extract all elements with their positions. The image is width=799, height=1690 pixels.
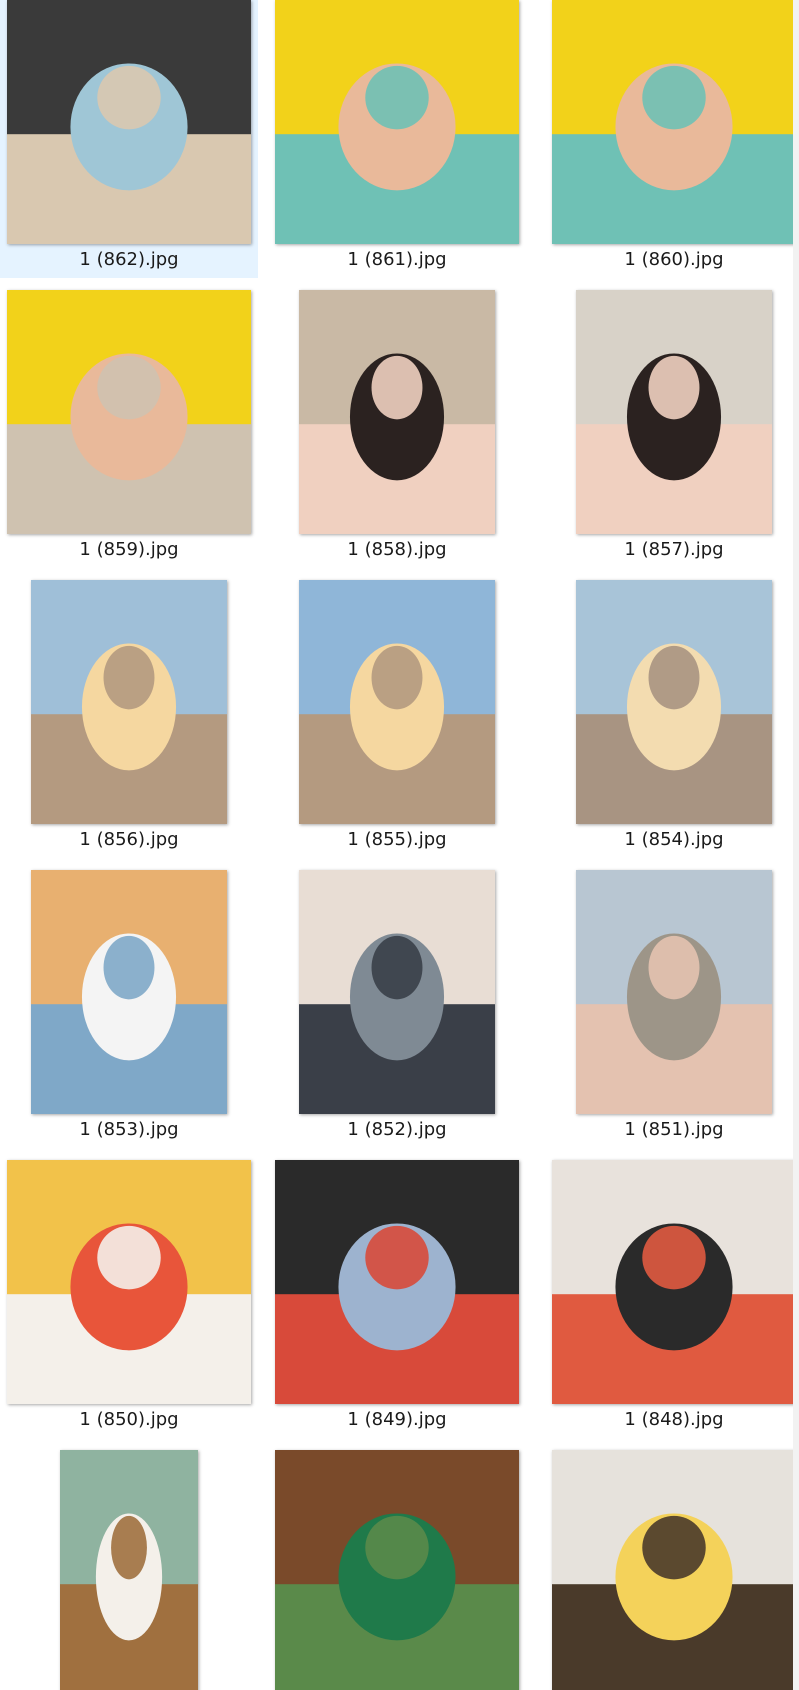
file-item[interactable]: 1 (857).jpg (545, 290, 799, 568)
file-item[interactable]: 1 (854).jpg (545, 580, 799, 858)
photo-dog-filter-selfie-icon[interactable] (576, 290, 772, 534)
photo-starbucks-tree-icon[interactable] (275, 1450, 519, 1690)
file-item[interactable]: 1 (856).jpg (0, 580, 258, 858)
file-name-label: 1 (851).jpg (624, 1119, 724, 1140)
photo-baby-stroller-icon[interactable] (275, 1160, 519, 1404)
file-name-label: 1 (854).jpg (624, 829, 724, 850)
vertical-scrollbar[interactable] (793, 0, 799, 1690)
file-item[interactable]: 1 (858).jpg (268, 290, 526, 568)
photo-baby-lifted-icon[interactable] (552, 1450, 796, 1690)
photo-baby-yellow-hat-icon[interactable] (275, 0, 519, 244)
file-item[interactable]: 1 (848).jpg (545, 1160, 799, 1438)
file-item[interactable]: 1 (852).jpg (268, 870, 526, 1148)
file-item[interactable] (268, 1450, 526, 1690)
file-name-label: 1 (849).jpg (347, 1409, 447, 1430)
photo-man-baby-mall-icon[interactable] (552, 1160, 796, 1404)
file-name-label: 1 (858).jpg (347, 539, 447, 560)
photo-dog-filter-selfie-icon[interactable] (299, 290, 495, 534)
photo-baby-yellow-hat-icon[interactable] (7, 290, 251, 534)
photo-beach-family-selfie-icon[interactable] (31, 870, 227, 1114)
file-item[interactable]: 1 (853).jpg (0, 870, 258, 1148)
file-name-label: 1 (852).jpg (347, 1119, 447, 1140)
file-item[interactable]: 1 (855).jpg (268, 580, 526, 858)
file-name-label: 1 (856).jpg (79, 829, 179, 850)
file-item[interactable] (0, 1450, 258, 1690)
file-item[interactable]: 1 (859).jpg (0, 290, 258, 568)
photo-baby-highchair-icon[interactable] (60, 1450, 198, 1690)
photo-restaurant-table-icon[interactable] (7, 1160, 251, 1404)
file-item[interactable]: 1 (851).jpg (545, 870, 799, 1148)
file-name-label: 1 (855).jpg (347, 829, 447, 850)
file-name-label: 1 (861).jpg (347, 249, 447, 270)
photo-beach-sunset-icon[interactable] (576, 580, 772, 824)
file-name-label: 1 (850).jpg (79, 1409, 179, 1430)
file-item[interactable]: 1 (860).jpg (545, 0, 799, 278)
file-name-label: 1 (862).jpg (79, 249, 179, 270)
file-item[interactable]: 1 (849).jpg (268, 1160, 526, 1438)
photo-father-baby-water-icon[interactable] (299, 870, 495, 1114)
file-name-label: 1 (860).jpg (624, 249, 724, 270)
photo-baby-yellow-hat-icon[interactable] (552, 0, 796, 244)
file-name-label: 1 (853).jpg (79, 1119, 179, 1140)
photo-beach-sunset-icon[interactable] (31, 580, 227, 824)
photo-beach-sunset-icon[interactable] (299, 580, 495, 824)
file-item[interactable]: 1 (862).jpg (0, 0, 258, 278)
file-name-label: 1 (857).jpg (624, 539, 724, 560)
file-explorer-thumbnail-view: 1 (862).jpg 1 (861).jpg 1 (860).jpg 1 (859)… (0, 0, 799, 1690)
file-name-label: 1 (848).jpg (624, 1409, 724, 1430)
photo-baby-sand-icon[interactable] (576, 870, 772, 1114)
photo-car-trunk-baby-icon[interactable] (7, 0, 251, 244)
file-item[interactable]: 1 (861).jpg (268, 0, 526, 278)
file-item[interactable]: 1 (850).jpg (0, 1160, 258, 1438)
file-name-label: 1 (859).jpg (79, 539, 179, 560)
file-item[interactable] (545, 1450, 799, 1690)
